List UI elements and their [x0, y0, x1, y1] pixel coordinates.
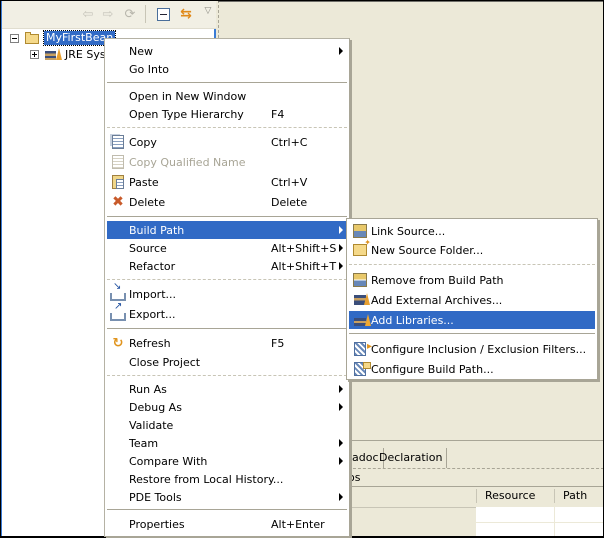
submenu-arrow-icon [339, 439, 343, 447]
submenu-arrow-icon [339, 493, 343, 501]
menu-separator [107, 509, 347, 510]
paste-icon [110, 174, 126, 190]
menu-separator [107, 328, 347, 329]
copy-qualified-name-icon [110, 154, 126, 170]
menu-item-compare-with[interactable]: Compare With [107, 452, 347, 470]
submenu-arrow-icon [339, 262, 343, 270]
menu-item-open-in-new-window[interactable]: Open in New Window [107, 87, 347, 105]
link-with-editor-icon[interactable]: ⇆ [178, 6, 194, 22]
menu-item-close-project[interactable]: Close Project [107, 353, 347, 371]
menu-separator [107, 82, 347, 83]
submenu-arrow-icon [339, 385, 343, 393]
export-icon [110, 301, 126, 322]
view-menu-icon[interactable]: ▽ [200, 3, 216, 19]
forward-arrow-icon[interactable]: ⇨ [100, 6, 116, 22]
menu-item-run-as[interactable]: Run As [107, 380, 347, 398]
column-separator[interactable] [554, 489, 555, 503]
refresh-icon: ↻ [112, 335, 124, 351]
submenu-item-remove-from-build-path[interactable]: Remove from Build Path [349, 271, 595, 289]
menu-separator [349, 264, 595, 265]
menu-item-copy[interactable]: Copy Ctrl+C [107, 133, 347, 151]
project-folder-icon [25, 32, 41, 44]
copy-icon [110, 134, 126, 150]
collapse-all-icon[interactable] [155, 6, 171, 22]
delete-icon: ✖ [112, 194, 124, 210]
bottom-panel-border [348, 440, 604, 441]
menu-item-delete[interactable]: ✖ Delete Delete [107, 193, 347, 211]
column-header-resource[interactable]: Resource [485, 488, 535, 504]
add-external-archives-icon [352, 292, 370, 308]
configure-filters-icon [352, 341, 372, 357]
tree-item-project[interactable]: MyFirstBean [10, 30, 117, 46]
menu-item-go-into[interactable]: Go Into [107, 60, 347, 78]
submenu-item-add-libraries[interactable]: Add Libraries... [349, 311, 595, 329]
toolbar-separator [145, 5, 146, 23]
menu-item-source[interactable]: Source Alt+Shift+S [107, 239, 347, 257]
tabs-underline [348, 468, 604, 469]
menu-item-new[interactable]: New [107, 42, 347, 60]
add-libraries-icon [352, 312, 371, 328]
column-header-path[interactable]: Path [563, 488, 587, 504]
column-line [554, 507, 555, 537]
configure-build-path-icon [352, 361, 371, 377]
menu-item-refresh[interactable]: ↻ Refresh F5 [107, 334, 347, 352]
menu-item-export[interactable]: Export... [107, 301, 347, 323]
submenu-arrow-icon [339, 403, 343, 411]
tab-declaration[interactable]: Declaration [375, 448, 448, 468]
new-source-folder-icon [352, 238, 371, 258]
menu-item-pde-tools[interactable]: PDE Tools [107, 488, 347, 506]
collapse-icon[interactable] [10, 33, 19, 43]
submenu-item-add-external-archives[interactable]: Add External Archives... [349, 291, 595, 309]
submenu-item-configure-filters[interactable]: Configure Inclusion / Exclusion Filters.… [349, 340, 595, 358]
back-arrow-icon[interactable]: ⇦ [80, 6, 96, 22]
menu-item-copy-qualified-name: Copy Qualified Name [107, 153, 347, 171]
menu-separator [107, 216, 347, 217]
jre-library-icon [45, 48, 62, 60]
menu-item-import[interactable]: Import... [107, 281, 347, 303]
submenu-arrow-icon [339, 226, 343, 234]
menu-separator [107, 127, 347, 128]
up-folder-icon[interactable]: ⟳ [122, 6, 138, 22]
build-path-submenu: Link Source... New Source Folder... Remo… [346, 218, 598, 380]
menu-item-properties[interactable]: Properties Alt+Enter [107, 515, 347, 533]
import-icon [110, 281, 126, 302]
menu-item-open-type-hierarchy[interactable]: Open Type Hierarchy F4 [107, 105, 347, 123]
submenu-arrow-icon [339, 47, 343, 55]
menu-item-restore-from-local-history[interactable]: Restore from Local History... [107, 470, 347, 488]
submenu-arrow-icon [339, 244, 343, 252]
submenu-item-configure-build-path[interactable]: Configure Build Path... [349, 360, 595, 378]
menu-item-build-path[interactable]: Build Path [107, 221, 347, 239]
menu-item-paste[interactable]: Paste Ctrl+V [107, 173, 347, 191]
menu-item-refactor[interactable]: Refactor Alt+Shift+T [107, 257, 347, 275]
context-menu: New Go Into Open in New Window Open Type… [104, 38, 350, 537]
editor-top-border [218, 0, 604, 2]
menu-item-validate[interactable]: Validate [107, 416, 347, 434]
submenu-item-link-source[interactable]: Link Source... [349, 222, 595, 240]
tree-item-jre[interactable]: JRE Syst [30, 46, 110, 62]
remove-from-build-path-icon [352, 272, 368, 288]
explorer-toolbar: ⇦ ⇨ ⟳ ⇆ ▽ [2, 0, 216, 29]
menu-item-debug-as[interactable]: Debug As [107, 398, 347, 416]
submenu-arrow-icon [339, 457, 343, 465]
link-source-icon [352, 223, 368, 239]
column-separator[interactable] [476, 489, 477, 503]
expand-icon[interactable] [30, 49, 39, 59]
submenu-item-new-source-folder[interactable]: New Source Folder... [349, 238, 595, 259]
menu-separator [107, 375, 347, 376]
table-body [476, 507, 604, 537]
menu-item-team[interactable]: Team [107, 434, 347, 452]
table-row [476, 522, 604, 523]
menu-separator [107, 279, 347, 280]
menu-separator [349, 333, 595, 334]
